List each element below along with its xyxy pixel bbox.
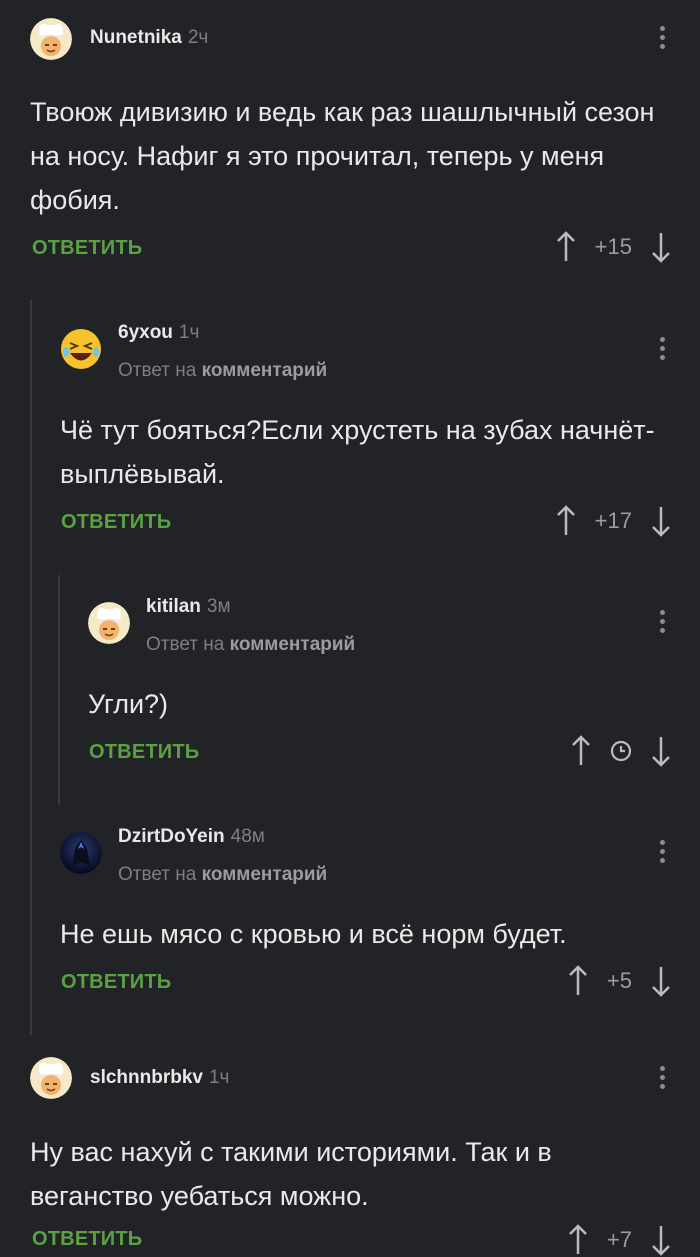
comment-author[interactable]: slchnnbrbkv 1ч [90,1067,229,1089]
reply-to-line: Ответ на комментарий [146,634,355,656]
reply-button[interactable]: ОТВЕТИТЬ [61,511,171,534]
author-name[interactable]: slchnnbrbkv [90,1067,203,1088]
chef-avatar-icon[interactable] [30,18,72,60]
downvote-arrow-icon[interactable] [650,1224,672,1256]
rating-block: +17 [555,504,672,538]
upvote-arrow-icon[interactable] [555,231,577,263]
comment-author[interactable]: 6yxou 1ч [118,322,199,344]
downvote-arrow-icon[interactable] [650,735,672,767]
comment-author[interactable]: kitilan 3м [146,596,231,618]
reply-button[interactable]: ОТВЕТИТЬ [61,971,171,994]
author-name[interactable]: Nunetnika [90,27,182,48]
comment-text: Ну вас нахуй с такими историями. Так и в… [30,1137,552,1211]
reply-to-link[interactable]: комментарий [202,360,328,381]
thread-line-level-1 [30,300,32,1035]
reply-to-link[interactable]: комментарий [202,864,328,885]
comment-text: Чё тут бояться?Если хрустеть на зубах на… [60,415,655,489]
comment-author[interactable]: DzirtDoYein 48м [118,826,265,848]
comment-text: Твоюж дивизию и ведь как раз шашлычный с… [30,97,655,215]
more-options-icon[interactable] [660,337,666,364]
upvote-arrow-icon[interactable] [555,505,577,537]
rating-score: +7 [606,1227,632,1252]
rating-block: +15 [555,230,672,264]
rating-block [570,734,672,768]
rating-score: +15 [594,234,632,259]
author-name[interactable]: DzirtDoYein [118,826,225,847]
rating-score: +5 [606,968,632,993]
reply-to-line: Ответ на комментарий [118,864,327,886]
downvote-arrow-icon[interactable] [650,965,672,997]
reply-to-line: Ответ на комментарий [118,360,327,382]
comment-time: 1ч [208,1067,230,1088]
reply-to-prefix: Ответ на [118,864,197,885]
more-options-icon[interactable] [660,610,666,637]
laughing-emoji-avatar-icon[interactable] [60,328,102,370]
comment-text: Угли?) [88,689,169,719]
reply-to-prefix: Ответ на [118,360,197,381]
upvote-arrow-icon[interactable] [567,965,589,997]
reply-to-prefix: Ответ на [146,634,225,655]
more-options-icon[interactable] [660,26,666,53]
reply-to-link[interactable]: комментарий [230,634,356,655]
reply-button[interactable]: ОТВЕТИТЬ [32,237,142,260]
author-name[interactable]: kitilan [146,596,201,617]
chef-avatar-icon[interactable] [88,602,130,644]
rating-block: +7 [567,1223,672,1257]
comment-author[interactable]: Nunetnika 2ч [90,27,208,49]
more-options-icon[interactable] [660,840,666,867]
upvote-arrow-icon[interactable] [567,1224,589,1256]
dark-figure-avatar-icon[interactable] [60,832,102,874]
comment-time: 3м [206,596,231,617]
rating-score: +17 [594,508,632,533]
rating-block: +5 [567,964,672,998]
reply-button[interactable]: ОТВЕТИТЬ [89,741,199,764]
upvote-arrow-icon[interactable] [570,735,592,767]
chef-avatar-icon[interactable] [30,1057,72,1099]
comment-time: 48м [230,826,265,847]
comment-text: Не ешь мясо с кровью и всё норм будет. [60,919,567,949]
thread-line-level-2 [58,575,60,805]
reply-button[interactable]: ОТВЕТИТЬ [32,1228,142,1251]
comment-time: 1ч [178,322,200,343]
author-name[interactable]: 6yxou [118,322,173,343]
comment-time: 2ч [187,27,209,48]
more-options-icon[interactable] [660,1066,666,1093]
downvote-arrow-icon[interactable] [650,231,672,263]
clock-icon [610,740,632,762]
downvote-arrow-icon[interactable] [650,505,672,537]
